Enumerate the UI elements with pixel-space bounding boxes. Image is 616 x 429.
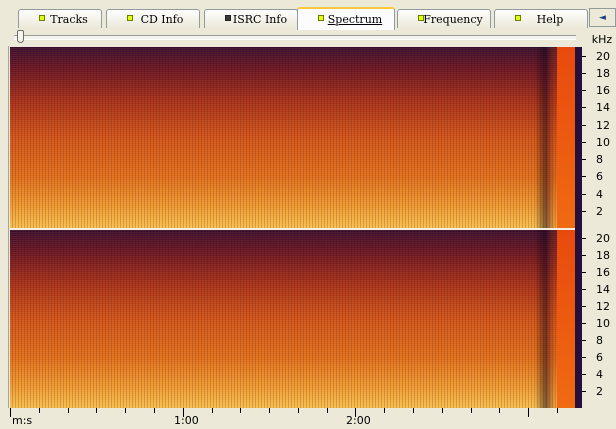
y-tick-mark bbox=[582, 357, 586, 358]
x-minor-tick bbox=[240, 408, 241, 413]
position-slider[interactable] bbox=[8, 30, 582, 46]
y-tick-label: 14 bbox=[596, 283, 610, 296]
slider-track[interactable] bbox=[14, 35, 576, 40]
channel-1-spectrum bbox=[10, 47, 575, 228]
tab-isrc-info[interactable]: ISRC Info bbox=[204, 9, 298, 28]
tab-label: Spectrum bbox=[327, 13, 383, 26]
tab-label: Frequency bbox=[423, 13, 483, 26]
y-tick-mark bbox=[582, 323, 586, 324]
tab-cd-info[interactable]: CD Info bbox=[106, 9, 200, 28]
y-tick-mark bbox=[582, 125, 586, 126]
x-minor-tick bbox=[499, 408, 500, 413]
frequency-unit-label: kHz bbox=[591, 33, 613, 46]
tab-label: CD Info bbox=[140, 13, 184, 26]
y-tick-label: 12 bbox=[596, 300, 610, 313]
y-tick-mark bbox=[582, 73, 586, 74]
y-tick-label: 10 bbox=[596, 317, 610, 330]
y-tick-mark bbox=[582, 391, 586, 392]
y-tick-label: 4 bbox=[596, 188, 603, 201]
y-tick-label: 16 bbox=[596, 266, 610, 279]
slider-thumb[interactable] bbox=[17, 30, 24, 43]
tab-label: Help bbox=[536, 13, 564, 26]
tab-spectrum[interactable]: Spectrum bbox=[297, 7, 395, 30]
x-minor-tick bbox=[298, 408, 299, 413]
channel-2-spectrum bbox=[10, 230, 575, 408]
y-tick-mark bbox=[582, 194, 586, 195]
x-minor-tick bbox=[557, 408, 558, 413]
y-tick-mark bbox=[582, 289, 586, 290]
x-minor-tick bbox=[384, 408, 385, 413]
x-minor-tick bbox=[471, 408, 472, 413]
x-minor-tick bbox=[39, 408, 40, 413]
y-tick-mark bbox=[582, 340, 586, 341]
arrow-left-icon: ◄ bbox=[599, 12, 606, 23]
y-tick-label: 20 bbox=[596, 232, 610, 245]
x-minor-tick bbox=[125, 408, 126, 413]
y-tick-label: 6 bbox=[596, 170, 603, 183]
y-tick-mark bbox=[582, 272, 586, 273]
y-tick-mark bbox=[582, 107, 586, 108]
y-tick-label: 12 bbox=[596, 119, 610, 132]
spectrogram bbox=[10, 47, 582, 408]
frequency-axis-channel-1: 2 4 6 8 10 12 14 16 18 20 bbox=[582, 47, 616, 228]
x-major-tick bbox=[10, 408, 11, 417]
y-tick-label: 8 bbox=[596, 153, 603, 166]
y-tick-mark bbox=[582, 255, 586, 256]
y-tick-mark bbox=[582, 56, 586, 57]
y-tick-label: 10 bbox=[596, 136, 610, 149]
y-tick-mark bbox=[582, 211, 586, 212]
y-tick-label: 8 bbox=[596, 334, 603, 347]
y-tick-label: 16 bbox=[596, 84, 610, 97]
tab-label: Tracks bbox=[50, 13, 88, 26]
y-tick-mark bbox=[582, 142, 586, 143]
tab-frequency[interactable]: Frequency bbox=[397, 9, 491, 28]
y-tick-label: 18 bbox=[596, 67, 610, 80]
y-tick-label: 2 bbox=[596, 385, 603, 398]
x-minor-tick bbox=[68, 408, 69, 413]
spectrum-window: Tracks CD Info ISRC Info Spectrum Freque… bbox=[0, 0, 616, 429]
frequency-axis-channel-2: 2 4 6 8 10 12 14 16 18 20 bbox=[582, 230, 616, 408]
x-minor-tick bbox=[96, 408, 97, 413]
x-major-tick bbox=[528, 408, 529, 417]
y-tick-label: 6 bbox=[596, 351, 603, 364]
y-tick-mark bbox=[582, 306, 586, 307]
x-minor-tick bbox=[413, 408, 414, 413]
x-minor-tick bbox=[269, 408, 270, 413]
x-minor-tick bbox=[327, 408, 328, 413]
y-tick-label: 20 bbox=[596, 50, 610, 63]
y-tick-label: 18 bbox=[596, 249, 610, 262]
y-tick-mark bbox=[582, 159, 586, 160]
tab-tracks[interactable]: Tracks bbox=[18, 9, 102, 28]
tab-bar: Tracks CD Info ISRC Info Spectrum Freque… bbox=[8, 0, 616, 30]
x-minor-tick bbox=[442, 408, 443, 413]
y-tick-label: 4 bbox=[596, 368, 603, 381]
time-axis-label: m:s bbox=[12, 414, 33, 427]
left-border bbox=[0, 0, 9, 429]
x-minor-tick bbox=[154, 408, 155, 413]
x-tick-label: 2:00 bbox=[346, 414, 371, 427]
time-axis: m:s 1:00 2:00 bbox=[8, 408, 616, 429]
tab-help[interactable]: Help bbox=[494, 9, 588, 28]
y-tick-mark bbox=[582, 176, 586, 177]
y-tick-label: 14 bbox=[596, 101, 610, 114]
x-tick-label: 1:00 bbox=[174, 414, 199, 427]
y-tick-mark bbox=[582, 238, 586, 239]
tab-scroll-left-button[interactable]: ◄ bbox=[589, 8, 616, 27]
x-minor-tick bbox=[212, 408, 213, 413]
y-tick-label: 2 bbox=[596, 205, 603, 218]
y-tick-mark bbox=[582, 374, 586, 375]
y-tick-mark bbox=[582, 90, 586, 91]
tab-label: ISRC Info bbox=[232, 13, 288, 26]
